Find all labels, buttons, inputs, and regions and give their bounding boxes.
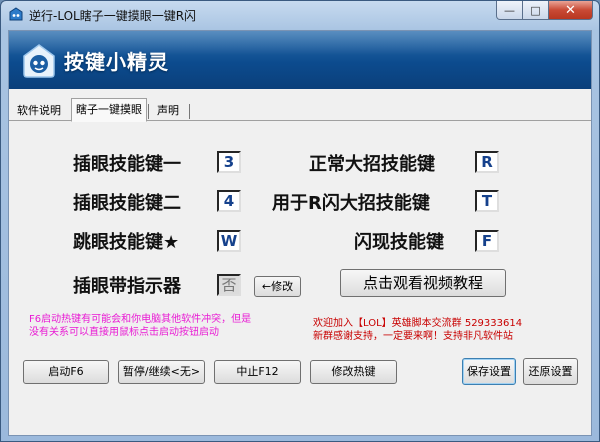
ult-key-label: 正常大招技能键 [309,154,435,175]
ult-key-field[interactable]: R [475,151,499,173]
ward-key1-label: 插眼技能键一 [73,154,181,175]
client-area: 按键小精灵 软件说明 瞎子一键摸眼 声明 插眼技能键一 3 插眼技能键二 4 跳… [8,30,592,436]
tab-software-info[interactable]: 软件说明 [13,101,65,121]
tab-statement[interactable]: 声明 [153,101,183,121]
maximize-button[interactable]: □ [523,1,549,20]
rflash-key-field[interactable]: T [475,190,499,212]
jump-key-label: 跳眼技能键★ [73,232,180,253]
ward-indicator-label: 插眼带指示器 [73,276,181,297]
hotkey-warning-line1: F6启动热键有可能会和你电脑其他软件冲突，但是 [29,314,252,325]
brand-logo-text: 按键小精灵 [64,50,169,74]
title-bar[interactable]: 逆行-LOL瞎子一键摸眼一键R闪 — □ ✕ [1,1,599,29]
tab-lee-sin-ward[interactable]: 瞎子一键摸眼 [71,98,147,122]
tab-separator [148,104,149,119]
modify-hotkey-button[interactable]: 修改热键 [310,360,397,384]
ward-indicator-value: 否 [217,274,241,296]
ward-key2-field[interactable]: 4 [217,190,241,212]
ward-key2-label: 插眼技能键二 [73,193,181,214]
flash-key-label: 闪现技能键 [354,232,444,253]
modify-indicator-button[interactable]: ←修改 [254,276,301,297]
jump-key-field[interactable]: W [217,230,241,252]
close-button[interactable]: ✕ [549,1,593,20]
start-button[interactable]: 启动F6 [23,360,109,384]
window-title: 逆行-LOL瞎子一键摸眼一键R闪 [29,9,197,23]
restore-settings-button[interactable]: 还原设置 [523,358,578,385]
hotkey-warning-line2: 没有关系可以直接用鼠标点击启动按钮启动 [29,327,219,338]
watch-video-tutorial-button[interactable]: 点击观看视频教程 [340,269,506,297]
banner: 按键小精灵 [9,31,591,89]
minimize-button[interactable]: — [496,1,523,20]
community-note-line1: 欢迎加入【LOL】英雄脚本交流群 529333614 [313,318,523,329]
app-icon [9,7,23,21]
pause-resume-button[interactable]: 暂停/继续<无> [118,360,205,384]
tab-separator [189,104,190,119]
save-settings-button[interactable]: 保存设置 [462,358,516,385]
rflash-key-label: 用于R闪大招技能键 [272,193,430,214]
flash-key-field[interactable]: F [475,230,499,252]
tab-bar: 软件说明 瞎子一键摸眼 声明 [9,97,591,122]
community-note-line2: 新群感谢支持，一定要来啊！支持非凡软件站 [313,331,513,342]
stop-button[interactable]: 中止F12 [214,360,301,384]
app-window: 逆行-LOL瞎子一键摸眼一键R闪 — □ ✕ 按键小精灵 软件说明 瞎子一键摸眼… [0,0,600,442]
sprite-logo-icon [23,44,55,78]
ward-key1-field[interactable]: 3 [217,151,241,173]
